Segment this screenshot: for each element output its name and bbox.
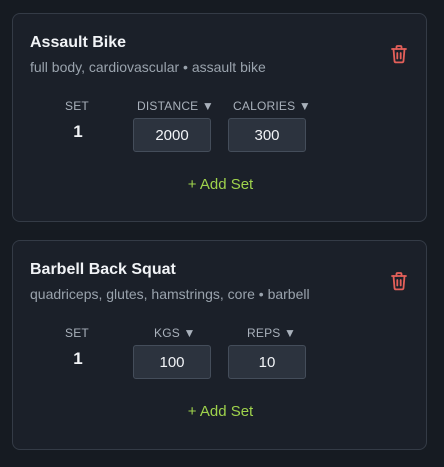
exercise-title: Barbell Back Squat bbox=[30, 261, 176, 278]
set-number: 1 bbox=[73, 349, 83, 368]
exercise-title: Assault Bike bbox=[30, 34, 127, 51]
add-set-button[interactable]: + Add Set bbox=[188, 176, 253, 193]
kgs-input[interactable] bbox=[133, 345, 211, 379]
add-set-button[interactable]: + Add Set bbox=[188, 403, 253, 420]
set-column-header: SET bbox=[65, 326, 89, 340]
add-set-button-container: + Add Set bbox=[13, 176, 428, 193]
set-column-header: SET bbox=[65, 99, 89, 113]
exercise-meta: full body, cardiovascular • assault bike bbox=[30, 59, 266, 75]
set-number: 1 bbox=[73, 122, 83, 141]
calories-column-header[interactable]: CALORIES ▼ bbox=[233, 99, 311, 113]
trash-icon[interactable] bbox=[390, 44, 408, 64]
kgs-column-header[interactable]: KGS ▼ bbox=[154, 326, 196, 340]
trash-icon[interactable] bbox=[390, 271, 408, 291]
add-set-button-container: + Add Set bbox=[13, 403, 428, 420]
calories-input[interactable] bbox=[228, 118, 306, 152]
exercise-meta: quadriceps, glutes, hamstrings, core • b… bbox=[30, 286, 310, 302]
distance-column-header[interactable]: DISTANCE ▼ bbox=[137, 99, 214, 113]
reps-column-header[interactable]: REPS ▼ bbox=[247, 326, 296, 340]
reps-input[interactable] bbox=[228, 345, 306, 379]
distance-input[interactable] bbox=[133, 118, 211, 152]
exercise-card-barbell-back-squat: Barbell Back Squat quadriceps, glutes, h… bbox=[12, 240, 427, 450]
exercise-card-assault-bike: Assault Bike full body, cardiovascular •… bbox=[12, 13, 427, 222]
